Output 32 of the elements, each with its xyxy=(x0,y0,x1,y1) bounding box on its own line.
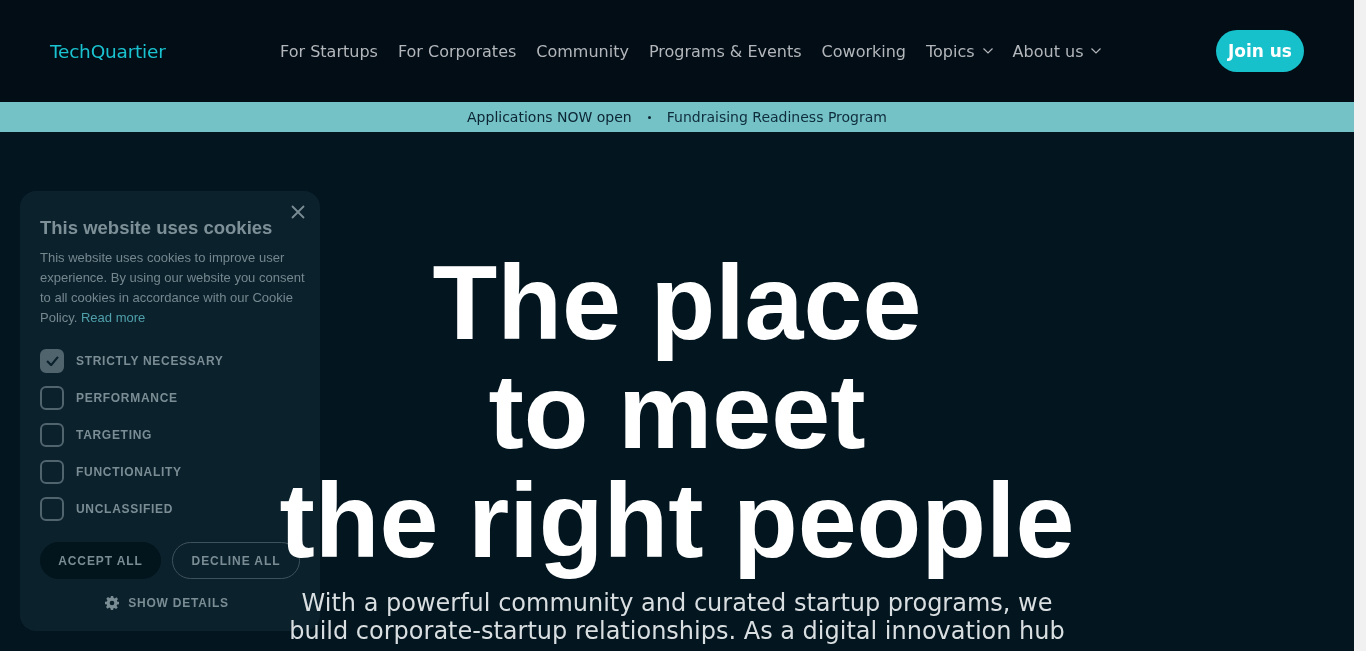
cookie-category-label: STRICTLY NECESSARY xyxy=(76,354,224,368)
chevron-down-icon xyxy=(1091,48,1102,54)
nav-link[interactable]: Community xyxy=(536,41,629,61)
cookie-category-label: FUNCTIONALITY xyxy=(76,465,182,479)
read-more-link[interactable]: Read more xyxy=(80,310,146,325)
nav-link[interactable]: For Startups xyxy=(280,41,378,61)
checkmark-icon xyxy=(45,356,59,366)
chevron-down-icon xyxy=(982,48,993,54)
checkbox[interactable] xyxy=(40,386,64,410)
checkbox[interactable] xyxy=(40,497,64,521)
hero-subtitle: With a powerful community and curated startup programs, we build corporate-startup relationships. As a digital innovation hub xyxy=(288,589,1066,645)
cookie-category-label: PERFORMANCE xyxy=(76,391,178,405)
announcement-label: Applications NOW open xyxy=(467,109,632,125)
close-icon[interactable] xyxy=(291,205,305,219)
cookie-category-label: TARGETING xyxy=(76,428,153,442)
cookie-category-label: UNCLASSIFIED xyxy=(76,502,174,516)
nav-link[interactable]: Topics xyxy=(926,41,993,61)
program-link[interactable]: Fundraising Readiness Program xyxy=(666,109,887,125)
cookie-description: This website uses cookies to improve user experience. By using our website you consent to all cookies in accordance with our Cookie Policy. Read more xyxy=(40,249,306,327)
separator-dot-icon xyxy=(647,115,651,119)
accept-all-button[interactable]: ACCEPT ALL xyxy=(40,542,161,579)
nav-link[interactable]: About us xyxy=(1012,41,1102,61)
checkbox[interactable] xyxy=(40,349,64,373)
nav-link[interactable]: For Corporates xyxy=(397,41,517,61)
gear-icon xyxy=(105,596,120,610)
logo[interactable]: TechQuartier xyxy=(50,40,166,62)
cookie-title: This website uses cookies xyxy=(40,217,274,239)
checkbox[interactable] xyxy=(40,423,64,447)
nav-link[interactable]: Programs & Events xyxy=(648,41,802,61)
checkbox[interactable] xyxy=(40,460,64,484)
nav-link[interactable]: Coworking xyxy=(821,41,906,61)
show-details-button[interactable]: SHOW DETAILS xyxy=(105,595,229,611)
